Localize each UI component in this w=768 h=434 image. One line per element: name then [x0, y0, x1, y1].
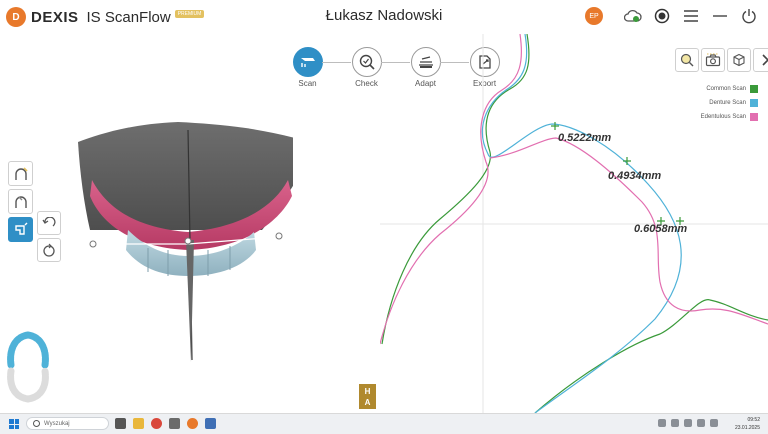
ha-top: H — [364, 386, 371, 396]
edentulous-scan-curve — [379, 33, 523, 345]
file-explorer-icon[interactable] — [133, 418, 144, 429]
tray-icon[interactable] — [671, 419, 679, 427]
windows-start-icon[interactable] — [9, 419, 19, 429]
cross-section-view[interactable]: 0.5222mm 0.4934mm 0.6058mm — [379, 33, 768, 418]
brand: D DEXIS IS ScanFlow PREMIUM — [6, 7, 205, 27]
brand-name: DEXIS — [31, 8, 79, 26]
rotation-tools — [37, 211, 61, 265]
task-view-icon[interactable] — [115, 418, 126, 429]
clock[interactable]: 09:52 23.01.2025 — [735, 416, 760, 432]
check-icon — [351, 47, 382, 77]
chrome-icon[interactable] — [151, 418, 162, 429]
clock-time: 09:52 — [747, 417, 760, 423]
ha-marker[interactable]: H A — [359, 384, 376, 409]
volume-icon[interactable] — [697, 419, 705, 427]
common-scan-curve — [381, 33, 530, 345]
step-label: Scan — [298, 79, 317, 88]
ha-bottom: A — [364, 397, 371, 407]
menu-icon[interactable] — [680, 5, 702, 27]
3d-jaw-model[interactable] — [78, 100, 306, 375]
undo-icon[interactable] — [37, 211, 61, 235]
search-icon — [33, 420, 40, 427]
viewer-icon[interactable] — [205, 418, 216, 429]
search-placeholder: Wyszukaj — [44, 420, 70, 427]
common-scan-lower — [534, 299, 768, 414]
tray-icon[interactable] — [658, 419, 666, 427]
user-avatar[interactable]: EP — [585, 7, 603, 25]
rotate-icon[interactable] — [37, 238, 61, 262]
cloud-sync-icon[interactable] — [622, 5, 644, 27]
lower-jaw-icon[interactable] — [8, 189, 33, 214]
taskbar-search[interactable]: Wyszukaj — [26, 417, 109, 430]
minimize-icon[interactable] — [709, 5, 731, 27]
edentulous-scan-lower — [489, 137, 768, 325]
scanflow-icon[interactable] — [187, 418, 198, 429]
measurement-label: 0.4934mm — [608, 170, 662, 182]
windows-taskbar: Wyszukaj 09:52 23.01.2025 — [0, 413, 768, 434]
denture-icon[interactable] — [8, 217, 33, 242]
upper-jaw-icon[interactable] — [8, 161, 33, 186]
header-icons: EP — [585, 5, 760, 27]
system-tray — [653, 419, 718, 427]
battery-icon[interactable] — [710, 419, 718, 427]
clock-date: 23.01.2025 — [734, 425, 760, 431]
taskbar-apps — [115, 418, 223, 429]
record-icon[interactable] — [651, 5, 673, 27]
app-icon[interactable] — [169, 418, 180, 429]
title-bar: D DEXIS IS ScanFlow PREMIUM Łukasz Nadow… — [0, 0, 768, 34]
measurement-label: 0.6058mm — [634, 223, 688, 235]
step-scan[interactable]: Scan — [278, 47, 351, 88]
network-icon[interactable] — [684, 419, 692, 427]
dexis-logo-icon: D — [6, 7, 26, 27]
jaw-arch-selector[interactable] — [6, 331, 50, 408]
product-name: IS ScanFlow — [86, 8, 171, 26]
scan-icon — [292, 47, 323, 77]
premium-badge: PREMIUM — [174, 10, 205, 18]
lower-arch-icon — [7, 367, 49, 403]
measurement-label: 0.5222mm — [558, 132, 612, 144]
upper-arch-icon — [7, 331, 49, 369]
power-icon[interactable] — [738, 5, 760, 27]
left-toolbar — [8, 161, 33, 245]
